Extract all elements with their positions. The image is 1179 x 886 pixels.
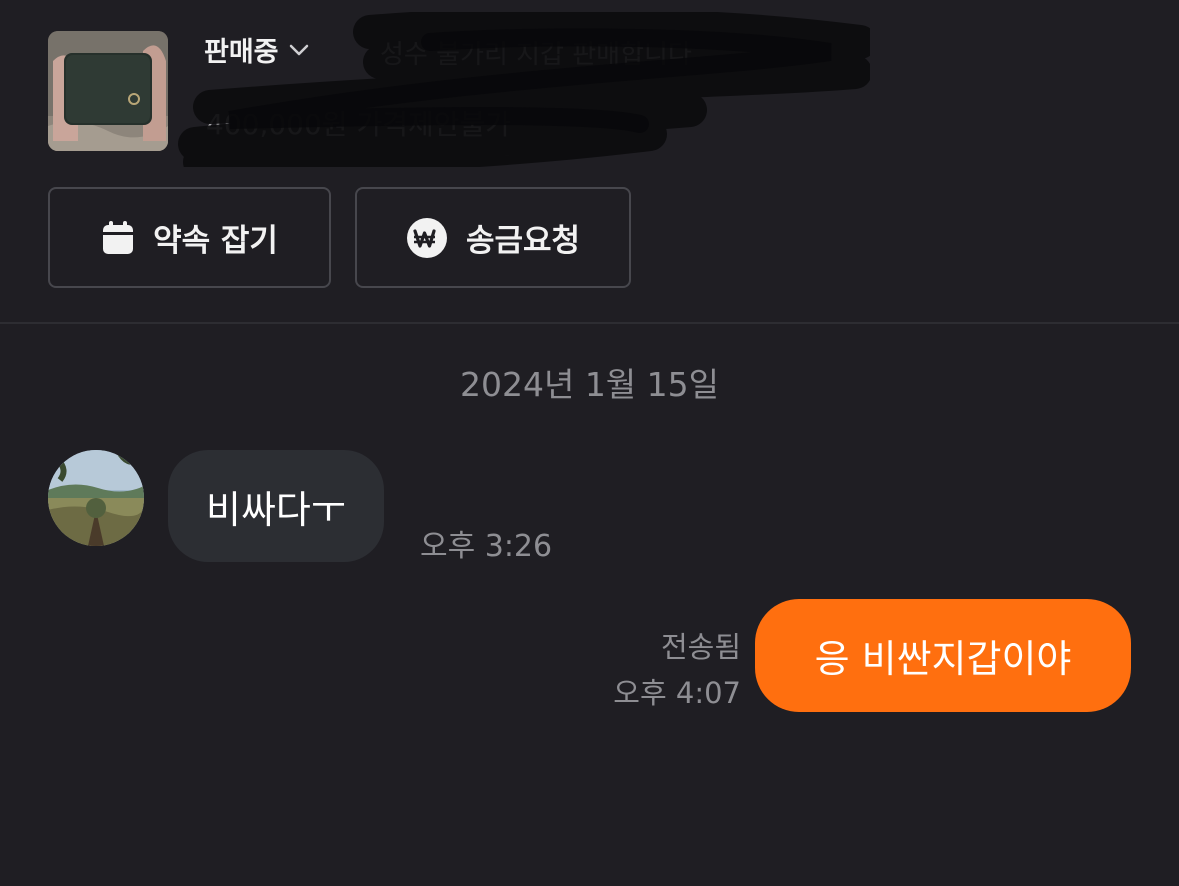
- product-price: 400,000원 가격제안불가: [206, 108, 512, 141]
- incoming-message-time: 오후 3:26: [420, 529, 553, 564]
- request-transfer-label: 송금요청: [465, 223, 581, 259]
- request-transfer-button[interactable]: 송금요청: [355, 187, 631, 288]
- chevron-down-icon: [289, 43, 309, 57]
- sale-status-label: 판매중: [204, 37, 279, 68]
- avatar[interactable]: [48, 450, 144, 546]
- chat-date-label: 2024년 1월 15일: [459, 365, 720, 404]
- outgoing-message-meta: 전송됨 오후 4:07: [613, 624, 741, 716]
- product-thumbnail[interactable]: [48, 31, 168, 151]
- product-title: 성수 불가리 지갑 판매합니다: [380, 40, 692, 70]
- calendar-icon: [101, 220, 135, 256]
- incoming-message-bubble: 비싸다ㅜ: [168, 450, 384, 562]
- schedule-meeting-label: 약속 잡기: [153, 223, 278, 259]
- sent-status: 전송됨: [660, 630, 741, 664]
- schedule-meeting-button[interactable]: 약속 잡기: [48, 187, 331, 288]
- header-divider: [0, 322, 1179, 324]
- outgoing-message-time: 오후 4:07: [613, 676, 741, 710]
- outgoing-message-bubble: 응 비싼지갑이야: [755, 599, 1131, 712]
- sale-status-dropdown[interactable]: 판매중: [204, 30, 309, 69]
- won-icon: [406, 217, 448, 259]
